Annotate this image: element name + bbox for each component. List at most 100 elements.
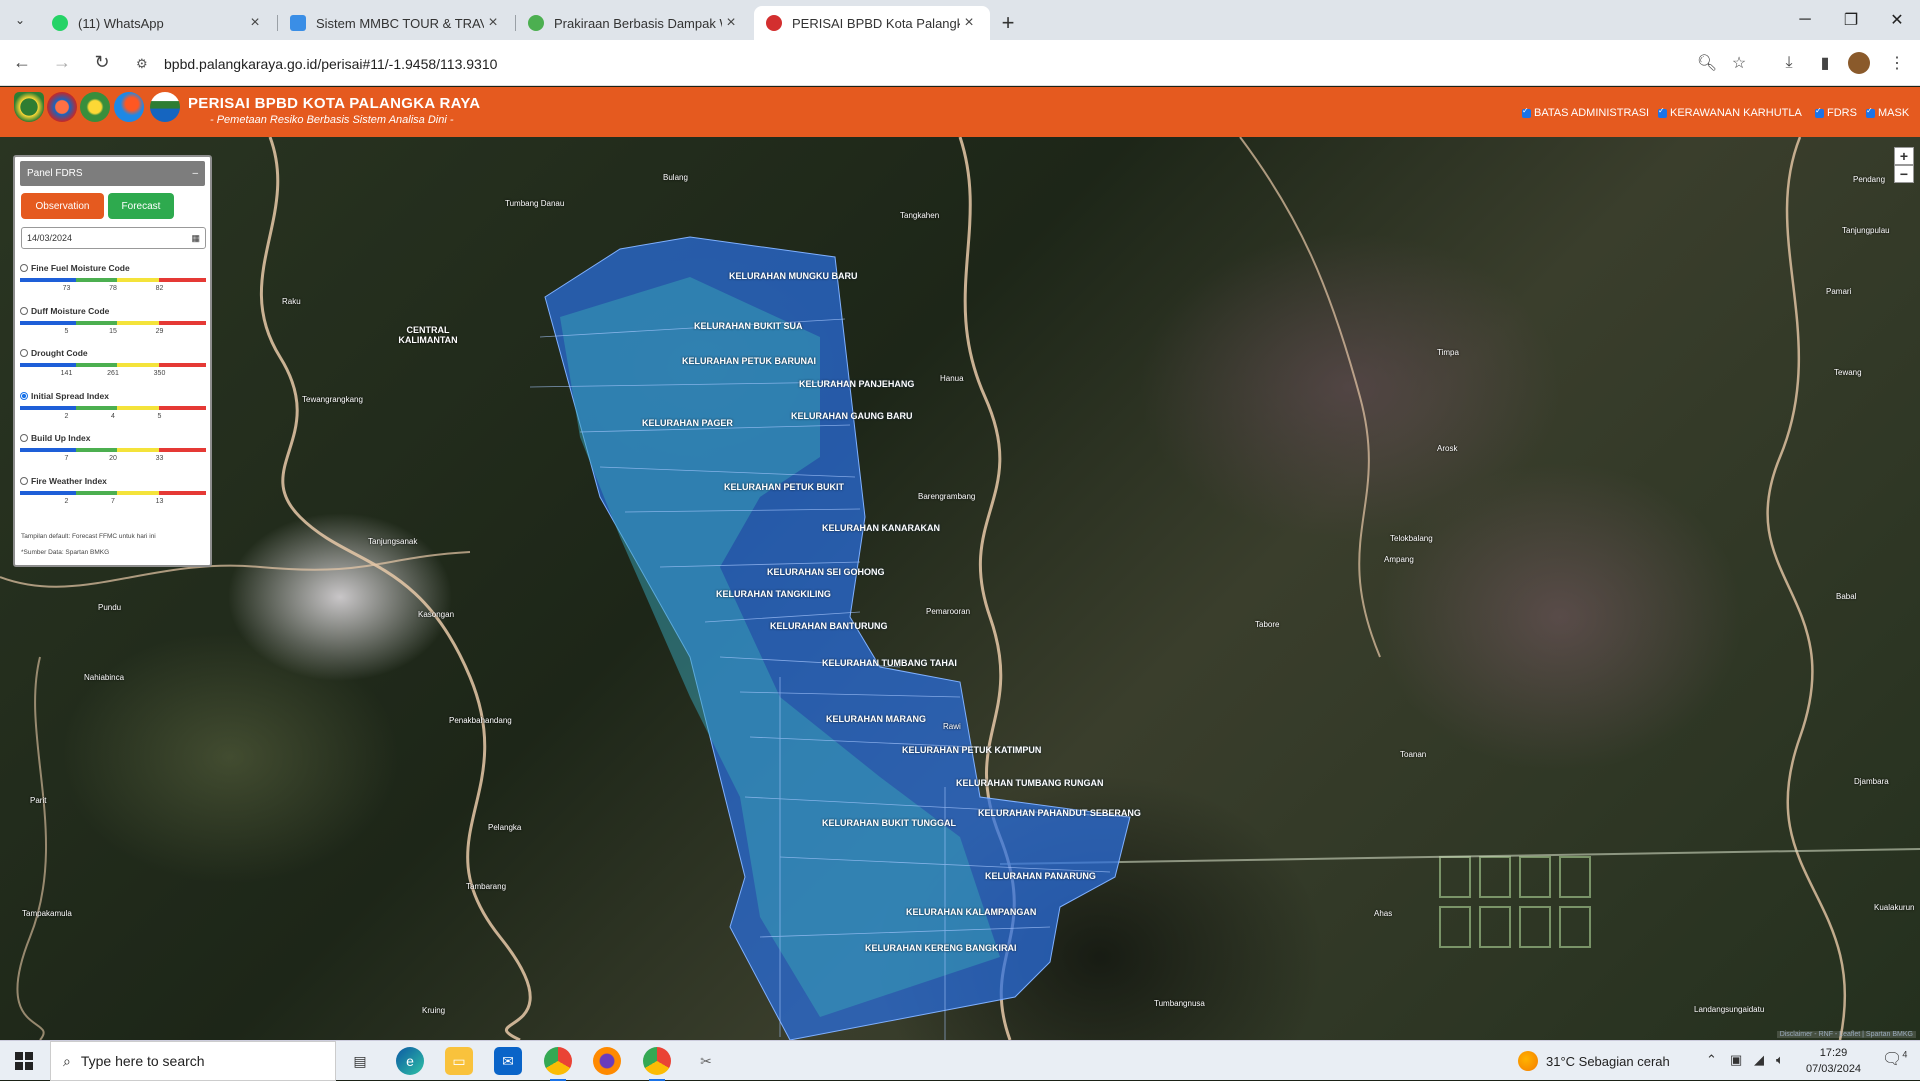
checkbox-checked[interactable] [1522, 106, 1531, 118]
index-option-dmc[interactable]: Duff Moisture Code 5 15 29 [20, 306, 206, 345]
minimize-icon[interactable]: ─ [1782, 0, 1828, 40]
firefox-app-icon[interactable] [593, 1047, 621, 1075]
edge-app-icon[interactable]: e [396, 1047, 424, 1075]
radio-button[interactable] [20, 264, 28, 272]
calendar-icon[interactable]: ▦ [191, 233, 200, 244]
checkbox-checked[interactable] [1815, 106, 1824, 118]
tray-overflow-chevron-icon[interactable]: ⌃ [1706, 1052, 1717, 1068]
kelurahan-label[interactable]: KELURAHAN KANARAKAN [822, 523, 940, 533]
map-canvas[interactable]: KELURAHAN MUNGKU BARU KELURAHAN BUKIT SU… [0, 137, 1920, 1040]
kelurahan-label[interactable]: KELURAHAN PAGER [642, 418, 733, 428]
forecast-button[interactable]: Forecast [108, 193, 174, 219]
kelurahan-label[interactable]: KELURAHAN SEI GOHONG [767, 567, 885, 577]
close-tab-icon[interactable]: × [960, 14, 978, 32]
tab-perisai[interactable]: PERISAI BPBD Kota Palangka Ra × [754, 6, 990, 40]
kelurahan-label[interactable]: KELURAHAN PETUK BARUNAI [682, 356, 816, 366]
new-tab-button[interactable]: + [992, 6, 1024, 40]
zoom-out-button[interactable]: − [1894, 165, 1914, 183]
kelurahan-label[interactable]: KELURAHAN GAUNG BARU [791, 411, 913, 421]
kelurahan-label[interactable]: KELURAHAN PANJEHANG [799, 379, 914, 389]
observation-button[interactable]: Observation [21, 193, 104, 219]
weather-widget[interactable]: 31°C Sebagian cerah [1518, 1051, 1670, 1071]
close-tab-icon[interactable]: × [484, 14, 502, 32]
index-option-ffmc[interactable]: Fine Fuel Moisture Code 73 78 82 [20, 263, 206, 302]
river-line [1239, 137, 1381, 658]
snipping-tool-app-icon[interactable]: ✂ [692, 1047, 720, 1075]
radio-button[interactable] [20, 477, 28, 485]
kelurahan-label[interactable]: KELURAHAN KALAMPANGAN [906, 907, 1036, 917]
tab-prakiraan[interactable]: Prakiraan Berbasis Dampak Wil × [516, 6, 752, 40]
kelurahan-label[interactable]: KELURAHAN PETUK KATIMPUN [902, 745, 1041, 755]
kelurahan-label[interactable]: KELURAHAN MUNGKU BARU [729, 271, 858, 281]
index-option-isi[interactable]: Initial Spread Index 245 [20, 391, 206, 430]
bookmark-star-icon[interactable]: ☆ [1726, 50, 1752, 76]
network-icon[interactable]: ◢ [1754, 1052, 1764, 1068]
profile-avatar[interactable] [1848, 52, 1870, 74]
agency-logo [114, 92, 144, 122]
layer-toggle-mask[interactable]: MASK [1866, 106, 1909, 119]
close-tab-icon[interactable]: × [722, 14, 740, 32]
kelurahan-label[interactable]: KELURAHAN BUKIT SUA [694, 321, 803, 331]
radio-button[interactable] [20, 349, 28, 357]
zoom-in-button[interactable]: + [1894, 147, 1914, 165]
index-option-bui[interactable]: Build Up Index 7 20 33 [20, 433, 206, 472]
kelurahan-label[interactable]: KELURAHAN TANGKILING [716, 589, 831, 599]
tab-whatsapp[interactable]: (11) WhatsApp × [40, 6, 278, 40]
close-window-icon[interactable]: ✕ [1874, 0, 1920, 40]
site-info-icon[interactable]: ⚙ [136, 56, 154, 72]
volume-icon[interactable]: 🔈︎ [1776, 1052, 1784, 1068]
kelurahan-label[interactable]: KELURAHAN PANARUNG [985, 871, 1096, 881]
place-label: Telokbalang [1390, 534, 1433, 543]
zoom-magnifier-icon[interactable]: 🔍︎ [1694, 50, 1720, 76]
notification-center-icon[interactable]: 🗨︎4 [1882, 1049, 1907, 1069]
checkbox-checked[interactable] [1866, 106, 1875, 118]
file-explorer-app-icon[interactable]: ▭ [445, 1047, 473, 1075]
layer-toggle-fdrs[interactable]: FDRS [1815, 106, 1857, 119]
layer-toggle-batas-administrasi[interactable]: BATAS ADMINISTRASI [1522, 106, 1649, 119]
kelurahan-label[interactable]: KELURAHAN TUMBANG TAHAI [822, 658, 957, 668]
forward-arrow-icon[interactable]: → [44, 45, 80, 81]
river-line [259, 137, 532, 1040]
radio-button[interactable] [20, 434, 28, 442]
chrome-profile-app-icon[interactable] [643, 1047, 671, 1081]
tab-search-chevron-icon[interactable]: ⌄ [0, 0, 40, 40]
restore-icon[interactable]: ❐ [1828, 0, 1874, 40]
kelurahan-label[interactable]: KELURAHAN BUKIT TUNGGAL [822, 818, 956, 828]
place-label: Kualakurun [1874, 903, 1915, 912]
mail-app-icon[interactable]: ✉ [494, 1047, 522, 1075]
map-attribution[interactable]: Disclaimer - RNF - Leaflet | Spartan BMK… [1776, 1031, 1916, 1038]
place-label: Rawi [943, 722, 961, 731]
address-bar[interactable]: ⚙ bpbd.palangkaraya.go.id/perisai#11/-1.… [122, 47, 1762, 81]
kelurahan-label[interactable]: KELURAHAN KERENG BANGKIRAI [865, 943, 1017, 953]
index-option-dc[interactable]: Drought Code 141 261 350 [20, 348, 206, 387]
clock-time: 17:29 [1819, 1047, 1848, 1059]
kelurahan-label[interactable]: KELURAHAN PETUK BUKIT [724, 482, 844, 492]
layer-toggle-kerawanan-karhutla[interactable]: KERAWANAN KARHUTLA [1658, 106, 1802, 119]
windows-start-button[interactable] [0, 1041, 48, 1081]
reload-icon[interactable]: ↻ [84, 45, 120, 81]
kelurahan-label[interactable]: KELURAHAN TUMBANG RUNGAN [956, 778, 1104, 788]
taskbar-clock[interactable]: 17:29 07/03/2024 [1806, 1045, 1861, 1077]
radio-button[interactable] [20, 307, 28, 315]
index-option-fwi[interactable]: Fire Weather Index 2 7 13 [20, 476, 206, 515]
kelurahan-label[interactable]: KELURAHAN PAHANDUT SEBERANG [978, 808, 1141, 818]
close-tab-icon[interactable]: × [246, 14, 264, 32]
kelurahan-label[interactable]: KELURAHAN BANTURUNG [770, 621, 888, 631]
site-subtitle: - Pemetaan Resiko Berbasis Sistem Analis… [210, 114, 454, 126]
back-arrow-icon[interactable]: ← [4, 45, 40, 81]
kelurahan-label[interactable]: KELURAHAN MARANG [826, 714, 926, 724]
meet-now-icon[interactable]: ▣ [1730, 1052, 1742, 1068]
collapse-panel-icon[interactable]: – [192, 168, 198, 179]
taskbar-search-box[interactable]: ⌕ Type here to search [50, 1041, 336, 1081]
tab-mmbc-travel[interactable]: Sistem MMBC TOUR & TRAVEL × [278, 6, 516, 40]
index-label: Build Up Index [31, 433, 91, 443]
kebab-menu-icon[interactable]: ⋮ [1884, 50, 1910, 76]
checkbox-checked[interactable] [1658, 106, 1667, 118]
radio-button-selected[interactable] [20, 392, 28, 400]
date-input[interactable]: 14/03/2024 ▦ [21, 227, 206, 249]
download-icon[interactable]: ⤓ [1776, 50, 1802, 76]
chrome-app-icon[interactable] [544, 1047, 572, 1081]
side-panel-icon[interactable]: ▮ [1812, 50, 1838, 76]
river-line [16, 656, 47, 1040]
task-view-icon[interactable]: ▤ [346, 1047, 374, 1075]
